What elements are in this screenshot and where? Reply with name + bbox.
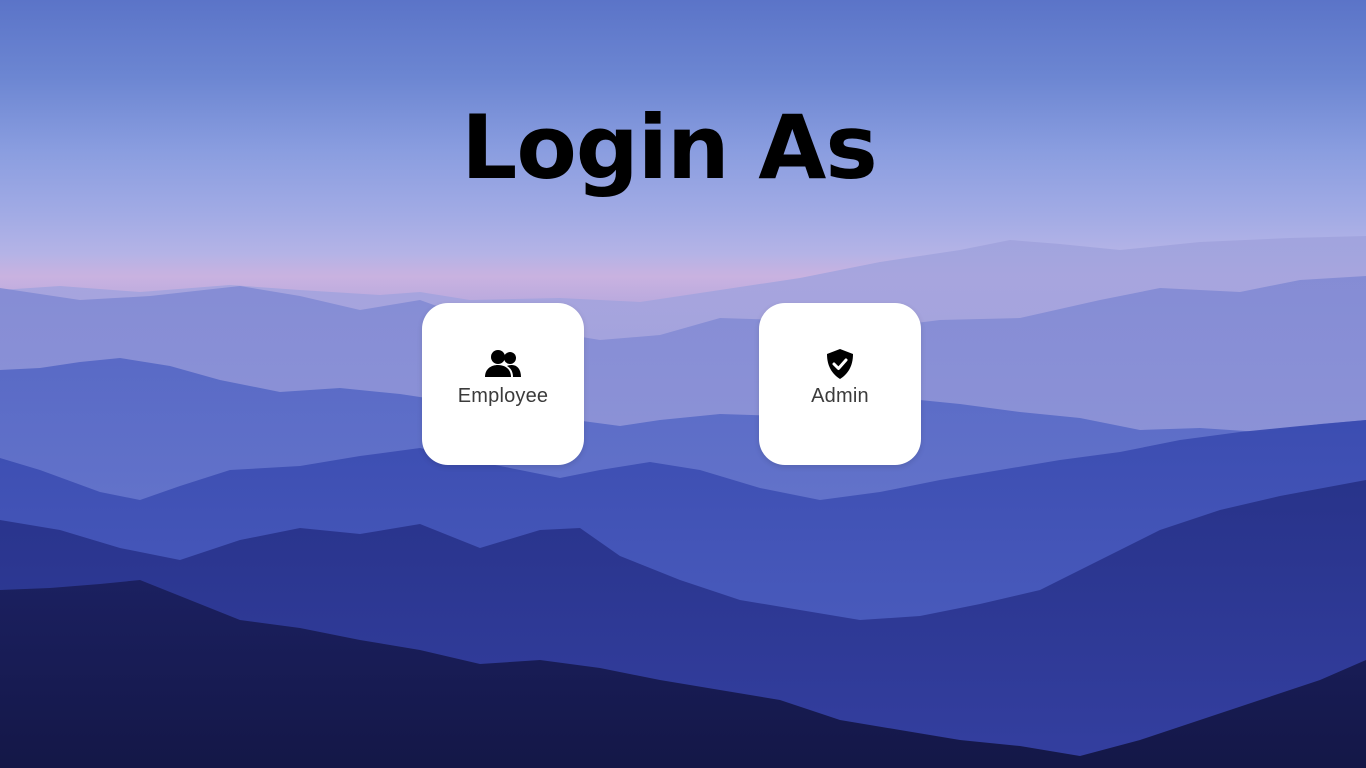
users-icon: [483, 347, 523, 381]
employee-login-button[interactable]: Employee: [422, 303, 584, 465]
employee-label: Employee: [457, 385, 549, 407]
admin-login-button[interactable]: Admin: [759, 303, 921, 465]
page-title: Login As: [461, 96, 877, 199]
login-role-page: Login As Employee Admin: [0, 0, 1366, 768]
shield-check-icon: [820, 347, 860, 381]
admin-label: Admin: [811, 385, 869, 407]
